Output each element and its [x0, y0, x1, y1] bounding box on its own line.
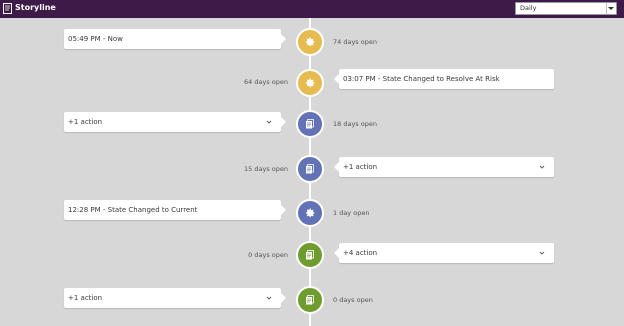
- action-group-card[interactable]: +1 action: [64, 288, 286, 308]
- caret-down-icon: [608, 7, 614, 10]
- gear-icon: [305, 37, 315, 47]
- timeline-event-card[interactable]: 05:49 PM - Now: [64, 29, 286, 49]
- timeline-node[interactable]: [296, 155, 324, 183]
- card-pointer: [281, 34, 286, 44]
- days-open-label: 18 days open: [333, 120, 377, 128]
- days-open-label: 0 days open: [248, 251, 288, 259]
- gear-icon: [305, 208, 315, 218]
- document-stack-icon: [306, 295, 314, 305]
- event-label: 12:28 PM - State Changed to Current: [68, 206, 198, 214]
- timeline-node[interactable]: [296, 199, 324, 227]
- document-stack-icon: [306, 119, 314, 129]
- action-count-label: +1 action: [68, 294, 103, 302]
- header-title-group: Storyline: [3, 2, 56, 14]
- card-pointer: [281, 293, 286, 303]
- card-pointer: [334, 74, 339, 84]
- timeline-event-card[interactable]: 03:07 PM - State Changed to Resolve At R…: [334, 69, 554, 89]
- timeline-node[interactable]: [296, 28, 324, 56]
- gear-icon: [305, 78, 315, 88]
- timeline-node[interactable]: [296, 286, 324, 314]
- document-stack-icon: [306, 164, 314, 174]
- timeline-node[interactable]: [296, 69, 324, 97]
- event-label: 05:49 PM - Now: [68, 35, 123, 43]
- timeline-node[interactable]: [296, 110, 324, 138]
- days-open-label: 1 day open: [333, 209, 370, 217]
- chevron-down-icon[interactable]: [266, 295, 272, 301]
- days-open-label: 15 days open: [244, 165, 288, 173]
- event-label: 03:07 PM - State Changed to Resolve At R…: [343, 75, 500, 83]
- page-title: Storyline: [15, 3, 56, 12]
- days-open-label: 74 days open: [333, 38, 377, 46]
- action-group-card[interactable]: +1 action: [64, 112, 286, 132]
- card-pointer: [281, 205, 286, 215]
- action-group-card[interactable]: +4 action: [334, 243, 554, 263]
- storyline-header: Storyline Daily: [0, 0, 624, 18]
- chevron-down-icon[interactable]: [539, 164, 545, 170]
- period-select[interactable]: Daily: [515, 2, 617, 15]
- document-icon: [3, 2, 12, 14]
- chevron-down-icon[interactable]: [266, 119, 272, 125]
- card-pointer: [281, 117, 286, 127]
- card-pointer: [334, 248, 339, 258]
- chevron-down-icon[interactable]: [539, 250, 545, 256]
- action-count-label: +4 action: [343, 249, 378, 257]
- timeline-event-card[interactable]: 12:28 PM - State Changed to Current: [64, 200, 286, 220]
- timeline-node[interactable]: [296, 241, 324, 269]
- action-group-card[interactable]: +1 action: [334, 157, 554, 177]
- card-pointer: [334, 162, 339, 172]
- period-select-value: Daily: [520, 4, 537, 12]
- action-count-label: +1 action: [343, 163, 378, 171]
- action-count-label: +1 action: [68, 118, 103, 126]
- days-open-label: 0 days open: [333, 296, 373, 304]
- days-open-label: 64 days open: [244, 78, 288, 86]
- period-select-toggle[interactable]: [606, 3, 616, 14]
- document-stack-icon: [306, 250, 314, 260]
